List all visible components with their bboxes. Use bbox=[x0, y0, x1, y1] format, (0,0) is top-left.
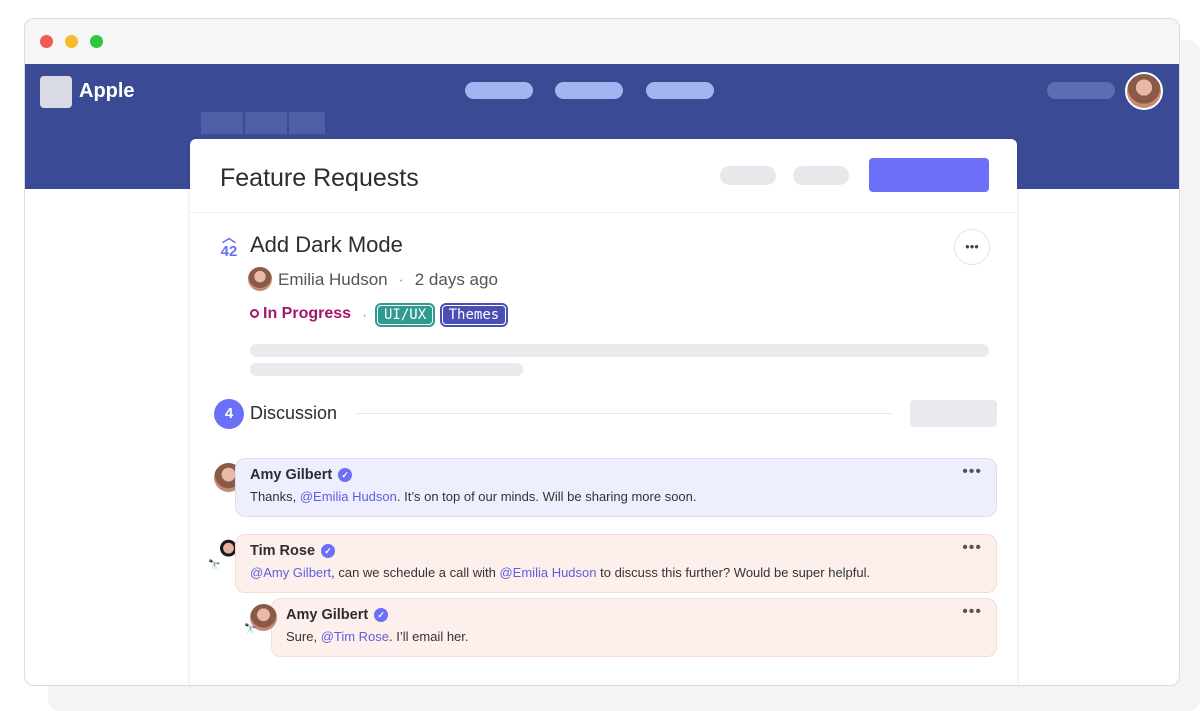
discussion-heading: Discussion bbox=[250, 403, 338, 423]
request-title: Add Dark Mode bbox=[250, 232, 403, 257]
user-avatar[interactable] bbox=[1125, 72, 1163, 110]
comment-more-icon[interactable]: ••• bbox=[962, 603, 982, 621]
status-circle-icon bbox=[250, 309, 259, 318]
request-meta: Emilia Hudson · 2 days ago bbox=[278, 270, 498, 290]
timestamp: 2 days ago bbox=[414, 270, 498, 289]
nav-item-1[interactable] bbox=[465, 82, 533, 99]
apple-icon[interactable] bbox=[40, 76, 72, 108]
discussion-action-button[interactable] bbox=[910, 400, 997, 427]
breadcrumb-3[interactable] bbox=[289, 112, 325, 134]
comment-text: Sure, @Tim Rose. I’ll email her. bbox=[286, 629, 469, 644]
page-title: Feature Requests bbox=[220, 164, 419, 192]
comment-text: @Amy Gilbert, can we schedule a call wit… bbox=[250, 565, 871, 580]
separator: · bbox=[362, 307, 368, 324]
status-badge[interactable]: In Progress bbox=[250, 305, 351, 323]
brand-name[interactable]: Apple bbox=[79, 80, 135, 103]
breadcrumb-1[interactable] bbox=[201, 112, 243, 134]
filter-button[interactable] bbox=[720, 166, 776, 185]
verified-icon: ✓ bbox=[338, 468, 353, 482]
comment: Amy Gilbert ✓ Thanks, @Emilia Hudson. It’… bbox=[235, 458, 997, 517]
divider bbox=[356, 413, 892, 414]
verified-icon: ✓ bbox=[321, 544, 336, 558]
author-name[interactable]: Emilia Hudson bbox=[278, 270, 388, 289]
maximize-button[interactable] bbox=[90, 35, 103, 48]
separator: · bbox=[398, 270, 405, 289]
title-bar bbox=[25, 19, 1179, 64]
verified-icon: ✓ bbox=[374, 608, 389, 622]
sort-button[interactable] bbox=[793, 166, 849, 185]
chevron-up-icon: ︿ bbox=[222, 229, 236, 245]
header-action[interactable] bbox=[1047, 82, 1115, 99]
comment-more-icon[interactable]: ••• bbox=[962, 463, 982, 481]
minimize-button[interactable] bbox=[65, 35, 78, 48]
status-label: In Progress bbox=[263, 305, 352, 322]
comment-text: Thanks, @Emilia Hudson. It’s on top of o… bbox=[250, 489, 697, 504]
mention-link[interactable]: @Tim Rose bbox=[321, 629, 389, 644]
tag-ui-ux[interactable]: UI/UX bbox=[374, 303, 436, 327]
nav-item-3[interactable] bbox=[646, 82, 714, 99]
comment-more-icon[interactable]: ••• bbox=[962, 539, 982, 557]
reply: Amy Gilbert ✓ Sure, @Tim Rose. I’ll email… bbox=[271, 598, 997, 657]
binoculars-icon: 🔭 bbox=[208, 560, 221, 571]
close-button[interactable] bbox=[40, 35, 53, 48]
discussion-count-badge: 4 bbox=[214, 399, 244, 429]
author-avatar bbox=[248, 267, 272, 291]
feature-card: Feature Requests ︿ 42 Add Dark Mode ••• … bbox=[190, 139, 1017, 685]
binoculars-icon: 🔭 bbox=[244, 624, 257, 635]
upvote-button[interactable]: ︿ 42 bbox=[219, 229, 239, 260]
nav-item-2[interactable] bbox=[555, 82, 623, 99]
description-placeholder bbox=[250, 363, 523, 376]
tag-themes[interactable]: Themes bbox=[439, 303, 509, 327]
tag-list: UI/UX Themes bbox=[374, 303, 509, 327]
comment-author[interactable]: Tim Rose bbox=[250, 543, 315, 559]
browser-window: Apple Feature Requests ︿ 42 Add Dark Mod… bbox=[24, 18, 1180, 686]
more-options-button[interactable]: ••• bbox=[954, 229, 990, 265]
divider bbox=[190, 212, 1017, 213]
description-placeholder bbox=[250, 344, 989, 357]
comment-author[interactable]: Amy Gilbert bbox=[250, 467, 332, 483]
mention-link[interactable]: @Emilia Hudson bbox=[300, 489, 397, 504]
vote-count: 42 bbox=[220, 243, 238, 260]
mention-link[interactable]: @Amy Gilbert bbox=[250, 565, 331, 580]
comment: Tim Rose ✓ @Amy Gilbert, can we schedule … bbox=[235, 534, 997, 593]
mention-link[interactable]: @Emilia Hudson bbox=[499, 565, 596, 580]
breadcrumb-2[interactable] bbox=[245, 112, 287, 134]
comment-author[interactable]: Amy Gilbert bbox=[286, 607, 368, 623]
primary-button[interactable] bbox=[869, 158, 989, 192]
